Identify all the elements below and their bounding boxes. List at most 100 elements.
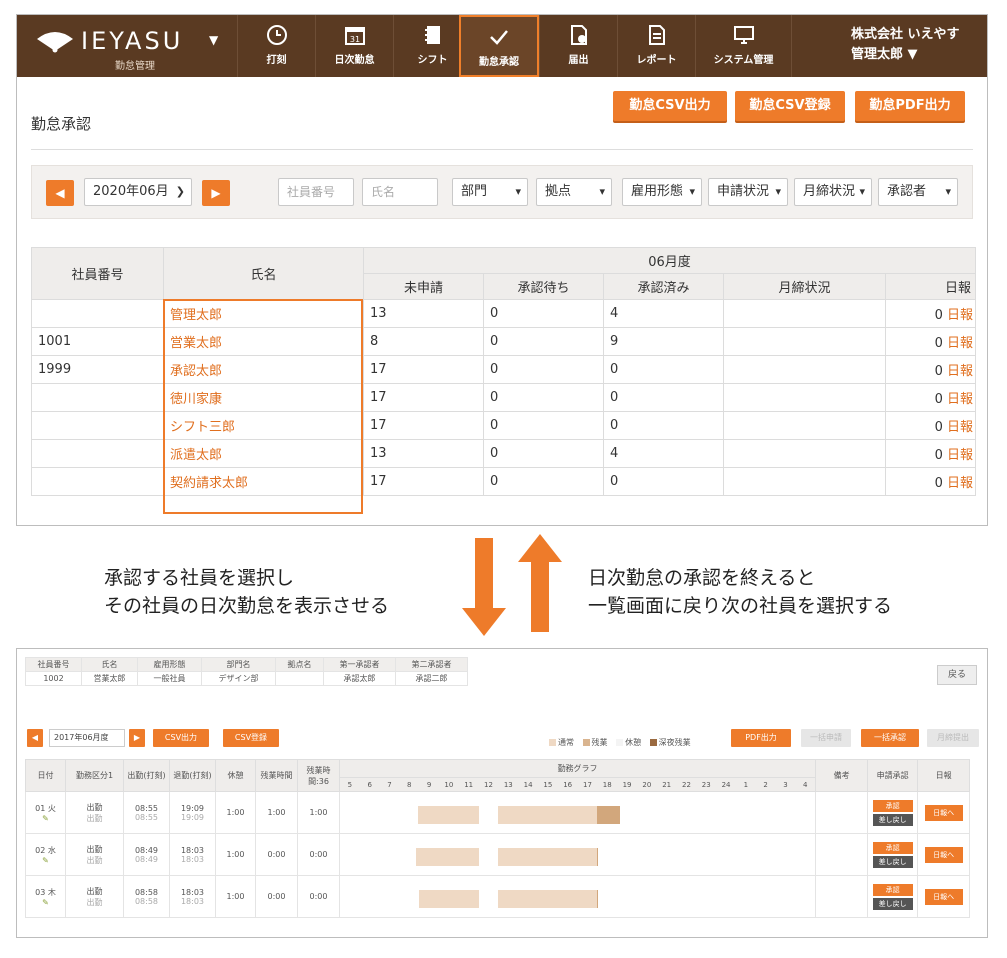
- pdf-export-button[interactable]: 勤怠PDF出力: [855, 91, 965, 121]
- cell-name[interactable]: 徳川家康: [163, 383, 364, 412]
- csv-export-button[interactable]: 勤怠CSV出力: [613, 91, 727, 121]
- daily-report-count: 0: [934, 308, 943, 323]
- closing-status-select[interactable]: 月締状況 ▾: [794, 178, 872, 206]
- col-header-daily-report: 日報: [885, 273, 976, 300]
- send-back-button[interactable]: 差し戻し: [872, 855, 913, 868]
- cell-closing-status: [723, 355, 886, 384]
- work-type-stamp: 出勤: [86, 813, 103, 823]
- nav-daily-attendance[interactable]: 31 日次勤怠: [315, 15, 393, 77]
- col-header-approval: 申請承認: [867, 759, 919, 792]
- employee-number-input[interactable]: 社員番号: [278, 178, 354, 206]
- department-select[interactable]: 部門 ▾: [452, 178, 528, 206]
- approver-select[interactable]: 承認者 ▾: [878, 178, 958, 206]
- clock-in: 08:55: [134, 803, 159, 813]
- daily-report-link[interactable]: 日報: [947, 336, 973, 351]
- cell-remarks: [815, 875, 869, 918]
- cell-name[interactable]: 派遣太郎: [163, 439, 364, 468]
- approve-button[interactable]: 承認: [872, 799, 913, 812]
- hour-tick: 10: [444, 780, 454, 789]
- cell-approved: 0: [603, 411, 724, 440]
- graph-legend: 通常 残業 休憩 深夜残業: [543, 737, 691, 748]
- daily-report-link[interactable]: 日報: [947, 364, 973, 379]
- daily-report-button[interactable]: 日報へ: [924, 804, 963, 821]
- nav-clock-in[interactable]: 打刻: [237, 15, 315, 77]
- hour-tick: 4: [802, 780, 808, 789]
- nav-report[interactable]: レポート: [617, 15, 695, 77]
- col-header-clock-out: 退勤(打刻): [169, 759, 216, 792]
- pencil-icon[interactable]: ✎: [26, 814, 65, 823]
- nav-attendance-approval[interactable]: 勤怠承認: [459, 15, 539, 77]
- info-value: 一般社員: [137, 671, 202, 686]
- daily-report-link[interactable]: 日報: [947, 476, 973, 491]
- cell-closing-status: [723, 327, 886, 356]
- user-name: 管理太郎 ▼: [851, 47, 918, 62]
- daily-report-link[interactable]: 日報: [947, 392, 973, 407]
- work-type-stamp: 出勤: [86, 897, 103, 907]
- name-input[interactable]: 氏名: [362, 178, 438, 206]
- location-select[interactable]: 拠点 ▾: [536, 178, 612, 206]
- hour-tick: 5: [347, 780, 353, 789]
- cell-name[interactable]: 管理太郎: [163, 299, 364, 328]
- hour-tick: 18: [602, 780, 612, 789]
- chevron-down-icon: ▾: [859, 179, 865, 205]
- cell-name[interactable]: 承認太郎: [163, 355, 364, 384]
- hour-tick: 20: [642, 780, 652, 789]
- cell-unsubmitted: 17: [363, 383, 484, 412]
- csv-import-button[interactable]: 勤怠CSV登録: [735, 91, 845, 121]
- logo[interactable]: IEYASU ▼ 勤怠管理: [35, 23, 225, 72]
- cell-overtime-36: 0:00: [297, 875, 340, 918]
- pencil-icon[interactable]: ✎: [26, 898, 65, 907]
- nav-notifications[interactable]: 届出: [539, 15, 617, 77]
- cell-name[interactable]: 営業太郎: [163, 327, 364, 356]
- cell-name[interactable]: 契約請求太郎: [163, 467, 364, 496]
- csv-export-button[interactable]: CSV出力: [153, 729, 209, 747]
- monthly-submit-button[interactable]: 月締提出: [927, 729, 979, 747]
- next-month-button[interactable]: ▶: [202, 180, 230, 206]
- overtime-value: 0:00: [267, 850, 286, 859]
- date-value: 01 火: [35, 803, 56, 813]
- daily-report-button[interactable]: 日報へ: [924, 846, 963, 863]
- table-row: 管理太郎 13 0 4 0 日報: [31, 299, 976, 328]
- daily-report-button[interactable]: 日報へ: [924, 888, 963, 905]
- chevron-down-icon: ▼: [209, 33, 219, 47]
- info-header: 第二承認者: [395, 657, 468, 672]
- cell-approved: 9: [603, 327, 724, 356]
- month-select[interactable]: 2017年06月度: [49, 729, 125, 747]
- select-value: 月締状況: [803, 184, 856, 199]
- nav-label: システム管理: [713, 55, 774, 66]
- cell-unsubmitted: 13: [363, 299, 484, 328]
- clock-in-stamp: 08:58: [134, 896, 159, 906]
- chevron-down-icon: ▾: [945, 185, 951, 198]
- application-status-select[interactable]: 申請状況 ▾: [708, 178, 788, 206]
- nav-system-admin[interactable]: システム管理: [695, 15, 791, 77]
- bulk-apply-button[interactable]: 一括申請: [801, 729, 851, 747]
- hour-tick: 21: [662, 780, 672, 789]
- arrow-down-icon: [462, 538, 506, 636]
- cell-work-graph: [338, 833, 817, 876]
- info-value: 承認二郎: [395, 671, 468, 686]
- pencil-icon[interactable]: ✎: [26, 856, 65, 865]
- employment-type-select[interactable]: 雇用形態 ▾: [622, 178, 702, 206]
- approve-button[interactable]: 承認: [872, 883, 913, 896]
- filter-bar: ◀ 2020年06月 ❯ ▶ 社員番号 氏名 部門 ▾ 拠点 ▾ 雇用形態 ▾ 申請状況…: [31, 165, 973, 219]
- account-menu[interactable]: 株式会社 いえやす 管理太郎 ▼: [851, 25, 960, 65]
- next-month-button[interactable]: ▶: [129, 729, 145, 747]
- cell-pending: 0: [483, 467, 604, 496]
- cell-name[interactable]: シフト三郎: [163, 411, 364, 440]
- prev-month-button[interactable]: ◀: [46, 180, 74, 206]
- approve-button[interactable]: 承認: [872, 841, 913, 854]
- back-button[interactable]: 戻る: [937, 665, 977, 685]
- pdf-export-button[interactable]: PDF出力: [731, 729, 791, 747]
- cell-pending: 0: [483, 299, 604, 328]
- daily-report-link[interactable]: 日報: [947, 308, 973, 323]
- info-header: 第一承認者: [323, 657, 396, 672]
- prev-month-button[interactable]: ◀: [27, 729, 43, 747]
- send-back-button[interactable]: 差し戻し: [872, 813, 913, 826]
- csv-import-button[interactable]: CSV登録: [223, 729, 279, 747]
- month-select[interactable]: 2020年06月 ❯: [84, 178, 192, 206]
- send-back-button[interactable]: 差し戻し: [872, 897, 913, 910]
- daily-report-link[interactable]: 日報: [947, 420, 973, 435]
- cell-overtime: 0:00: [255, 833, 298, 876]
- daily-report-link[interactable]: 日報: [947, 448, 973, 463]
- bulk-approve-button[interactable]: 一括承認: [861, 729, 919, 747]
